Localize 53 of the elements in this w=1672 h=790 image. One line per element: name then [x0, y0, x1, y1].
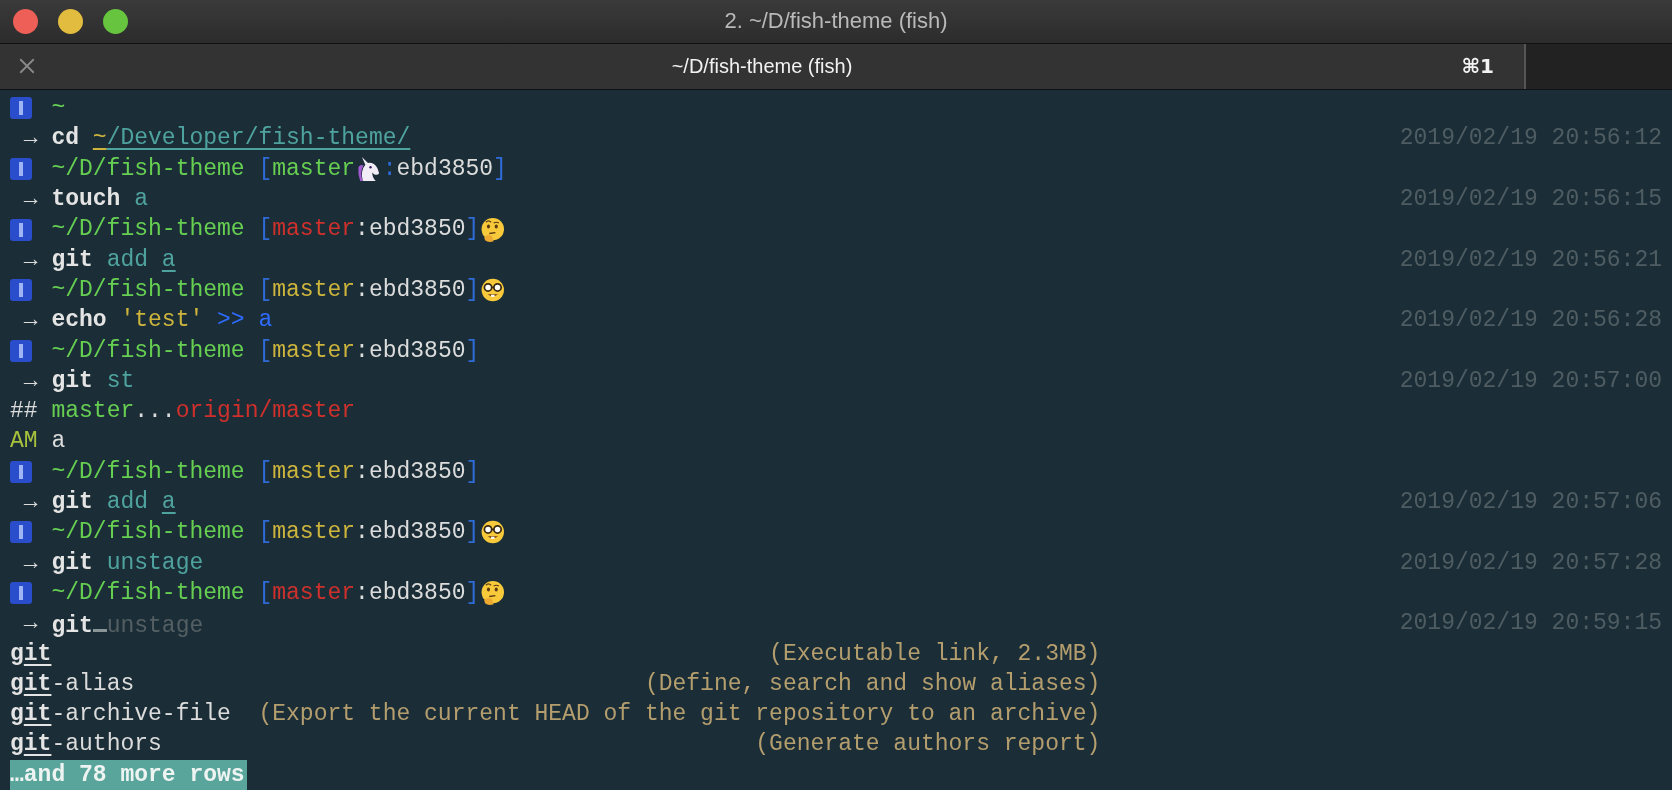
mode-indicator-icon: [10, 279, 32, 302]
command-text: cd ~/Developer/fish-theme/: [51, 124, 411, 154]
command-text: git add a: [51, 245, 176, 275]
window-title: 2. ~/D/fish-theme (fish): [724, 8, 948, 35]
prompt-text: ~: [51, 94, 66, 124]
completion-description: (Generate authors report): [755, 730, 1101, 760]
thinking-face-icon: [479, 579, 507, 608]
prompt-text: :ebd3850]: [382, 154, 507, 184]
prompt-text: ~/D/fish-theme [master:ebd3850]: [51, 578, 480, 608]
command-text: git add a: [51, 488, 176, 518]
close-icon[interactable]: [18, 57, 36, 76]
completion-name: git-alias: [10, 669, 135, 699]
mode-indicator-icon: [10, 582, 32, 605]
command-text: echo 'test' >> a: [51, 306, 273, 336]
prompt-text: ~/D/fish-theme [master:ebd3850]: [51, 336, 480, 366]
prompt-arrow: →: [22, 185, 38, 215]
close-window-button[interactable]: [13, 9, 38, 34]
mode-indicator-icon: [10, 521, 32, 544]
mode-indicator-icon: [10, 339, 32, 362]
prompt-arrow: →: [22, 306, 38, 336]
completion-name: git-archive-file: [10, 700, 231, 730]
prompt-arrow: →: [22, 609, 38, 639]
prompt-text: ~/D/fish-theme [master:ebd3850]: [51, 518, 480, 548]
completion-name: git-authors: [10, 730, 162, 760]
mode-indicator-icon: [10, 218, 32, 241]
mode-indicator-icon: [10, 97, 32, 120]
prompt-arrow: →: [22, 548, 38, 578]
mode-indicator-icon: [10, 460, 32, 483]
zoom-window-button[interactable]: [103, 9, 128, 34]
prompt-text: ~/D/fish-theme [master:ebd3850]: [51, 275, 480, 305]
prompt-text: ~/D/fish-theme [master: [51, 154, 356, 184]
prompt-arrow: →: [22, 124, 38, 154]
terminal-tab[interactable]: ~/D/fish-theme (fish) ⌘1: [0, 43, 1526, 90]
prompt-arrow: →: [22, 488, 38, 518]
thinking-face-icon: [479, 215, 507, 244]
completion-description: (Define, search and show aliases): [644, 669, 1101, 699]
pager-status: …and 78 more rows: [10, 759, 247, 790]
command-text: touch a: [51, 185, 149, 215]
prompt-arrow: →: [22, 245, 38, 275]
prompt-text: ~/D/fish-theme [master:ebd3850]: [51, 215, 480, 245]
output-text: ## master...origin/master: [10, 397, 356, 427]
command-text: git unstage: [51, 605, 204, 641]
tab-shortcut: ⌘1: [1461, 54, 1494, 79]
mode-indicator-icon: [10, 157, 32, 180]
completion-description: (Executable link, 2.3MB): [769, 639, 1101, 669]
completion-description: (Export the current HEAD of the git repository to an archive): [258, 700, 1101, 730]
prompt-arrow: →: [22, 366, 38, 396]
completion-name: git: [10, 639, 52, 669]
command-text: git unstage: [51, 548, 204, 578]
minimize-window-button[interactable]: [58, 9, 83, 34]
command-text: git st: [51, 366, 135, 396]
output-text: AM a: [10, 427, 66, 457]
prompt-text: ~/D/fish-theme [master:ebd3850]: [51, 457, 480, 487]
